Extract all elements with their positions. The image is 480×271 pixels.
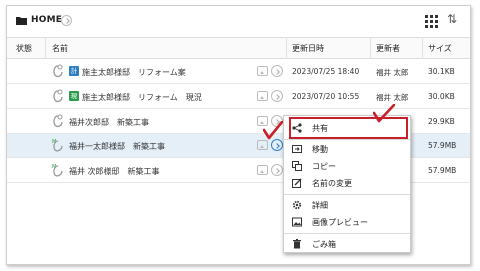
link-status-icon: M (52, 139, 63, 152)
image-preview-icon[interactable] (257, 140, 268, 150)
image-preview-icon (292, 217, 302, 227)
menu-item-label: コピー (312, 162, 336, 171)
breadcrumb-home[interactable]: HOME (31, 15, 62, 25)
file-browser-window: HOME ⇅ 状態 名前 更新日時 更新者 サイズ 計 施主太郎様邸 リフォーム… (6, 5, 471, 265)
column-updater[interactable]: 更新者 (376, 43, 400, 54)
more-actions-icon[interactable] (271, 90, 283, 102)
type-badge: 現 (69, 91, 79, 101)
toolbar: HOME ⇅ (7, 6, 470, 36)
menu-divider (284, 194, 410, 195)
table-row[interactable]: 現 施主太郎様邸 リフォーム 現況 2023/07/20 10:55 福井 太郎… (7, 85, 470, 109)
column-size[interactable]: サイズ (428, 43, 452, 54)
file-name[interactable]: 施主太郎様邸 リフォーム案 (82, 67, 186, 78)
menu-item-move[interactable]: 移動 (284, 141, 410, 158)
menu-item-image-preview[interactable]: 画像プレビュー (284, 214, 410, 231)
link-status-icon (53, 89, 63, 103)
move-icon (292, 145, 302, 153)
link-status-icon (53, 64, 63, 78)
sort-arrows-icon[interactable]: ⇅ (447, 12, 457, 26)
image-preview-icon[interactable] (257, 66, 268, 76)
file-name[interactable]: 福井一太郎様邸 新築工事 (69, 141, 165, 152)
menu-item-copy[interactable]: コピー (284, 158, 410, 175)
column-updated[interactable]: 更新日時 (292, 43, 324, 54)
file-name[interactable]: 福井次郎邸 新築工事 (69, 117, 149, 128)
table-row[interactable]: 計 施主太郎様邸 リフォーム案 2023/07/25 18:40 福井 太郎 3… (7, 60, 470, 84)
more-actions-icon[interactable] (271, 164, 283, 176)
rename-icon (292, 178, 302, 188)
file-size: 30.0KB (428, 92, 455, 101)
folder-icon (16, 17, 27, 25)
file-size: 57.9MB (428, 141, 457, 150)
menu-item-rename[interactable]: 名前の変更 (284, 175, 410, 192)
image-preview-icon[interactable] (257, 91, 268, 101)
grid-view-icon[interactable] (425, 15, 438, 28)
type-badge: 計 (69, 66, 79, 76)
chevron-right-icon[interactable] (61, 15, 72, 26)
file-size: 30.1KB (428, 67, 455, 76)
menu-item-trash[interactable]: ごみ箱 (284, 236, 410, 253)
updater: 福井 太郎 (376, 93, 409, 102)
table-header: 状態 名前 更新日時 更新者 サイズ (7, 37, 470, 59)
column-divider (370, 37, 371, 59)
column-divider (422, 37, 423, 59)
menu-item-details[interactable]: 詳細 (284, 197, 410, 214)
menu-divider (284, 233, 410, 234)
more-actions-icon[interactable] (271, 65, 283, 77)
link-status-icon: M (52, 164, 63, 177)
column-name[interactable]: 名前 (52, 43, 68, 54)
image-preview-icon[interactable] (257, 165, 268, 175)
column-status[interactable]: 状態 (16, 43, 32, 54)
link-status-icon (53, 114, 63, 128)
menu-item-label: ごみ箱 (312, 240, 336, 249)
menu-item-label: 画像プレビュー (312, 218, 368, 227)
file-name[interactable]: 福井 次郎様邸 新築工事 (69, 166, 160, 177)
checkmark-icon (263, 121, 283, 140)
menu-divider (284, 139, 410, 140)
trash-icon (293, 239, 301, 249)
file-name[interactable]: 施主太郎様邸 リフォーム 現況 (82, 92, 202, 103)
updated-at: 2023/07/20 10:55 (292, 92, 360, 101)
updated-at: 2023/07/25 18:40 (292, 67, 360, 76)
gear-icon (292, 200, 302, 210)
menu-item-label: 移動 (312, 145, 328, 154)
updater: 福井 太郎 (376, 68, 409, 77)
menu-item-label: 詳細 (312, 201, 328, 210)
checkmark-icon (373, 104, 395, 123)
menu-item-label: 名前の変更 (312, 179, 352, 188)
copy-icon (292, 161, 302, 171)
column-divider (45, 37, 46, 59)
file-size: 57.9MB (428, 166, 457, 175)
file-size: 29.9KB (428, 117, 455, 126)
column-divider (286, 37, 287, 59)
